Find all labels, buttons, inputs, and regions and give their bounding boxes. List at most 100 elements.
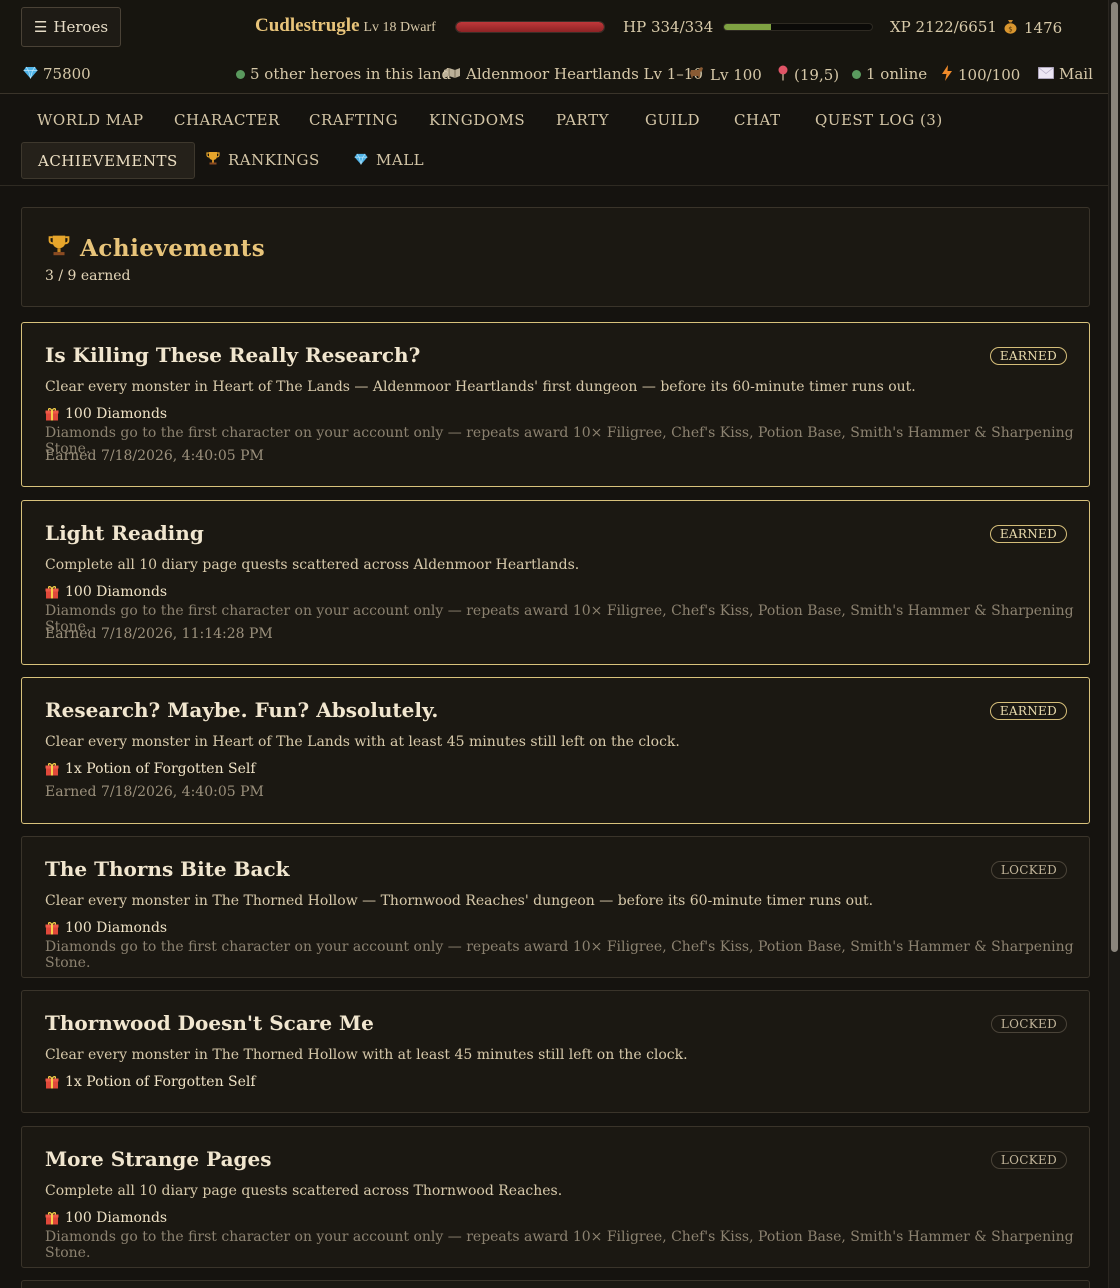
tab-label: PARTY — [556, 111, 609, 129]
achievement-reward: 1x Potion of Forgotten Self — [45, 761, 256, 777]
reward-note: Diamonds go to the first character on yo… — [45, 1229, 1074, 1261]
online-dot-icon — [236, 69, 245, 79]
character-name-block[interactable]: Cudlestrugle Lv 18 Dwarf — [255, 15, 436, 37]
money-bag-icon: $ — [1003, 18, 1018, 38]
hp-bar-fill — [456, 22, 604, 32]
energy-text: 100/100 — [958, 66, 1021, 84]
tab-chat[interactable]: CHAT — [718, 102, 797, 138]
tab-label: QUEST LOG (3) — [815, 111, 943, 129]
heroes-menu-button[interactable]: ☰ Heroes — [21, 7, 121, 47]
achievement-card: Research? Maybe. Fun? Absolutely. EARNED… — [21, 677, 1090, 824]
xp-text: XP 2122/6651 — [890, 18, 997, 36]
achievement-card: More Strange Pages LOCKED Complete all 1… — [21, 1126, 1090, 1268]
reward-text: 1x Potion of Forgotten Self — [65, 761, 256, 777]
scrollbar-thumb[interactable] — [1111, 2, 1118, 952]
hp-text: HP 334/334 — [623, 18, 714, 36]
reward-text: 100 Diamonds — [65, 584, 168, 600]
tab-world-map[interactable]: WORLD MAP — [21, 102, 160, 138]
earned-count: 3 / 9 earned — [45, 268, 131, 284]
tab-label: GUILD — [645, 111, 701, 129]
hamburger-icon: ☰ — [33, 18, 48, 36]
status-badge: LOCKED — [990, 861, 1067, 879]
achievement-title: Is Killing These Really Research? — [45, 343, 421, 367]
main-nav: WORLD MAP CHARACTER CRAFTING KINGDOMS PA… — [0, 94, 1108, 186]
current-land[interactable]: Aldenmoor Heartlands Lv 1–10 — [443, 65, 703, 83]
achievements-header-panel: Achievements 3 / 9 earned — [21, 207, 1090, 307]
online-count-text: 1 online — [866, 65, 928, 83]
page-title: Achievements — [48, 234, 265, 262]
gift-icon — [45, 1075, 59, 1089]
tab-mall[interactable]: MALL — [338, 142, 440, 178]
coordinates: (19,5) — [777, 65, 839, 85]
current-land-text: Aldenmoor Heartlands Lv 1–10 — [466, 65, 703, 83]
mount-level[interactable]: Lv 100 — [688, 65, 762, 84]
tab-guild[interactable]: GUILD — [629, 102, 716, 138]
character-level-class: Lv 18 Dwarf — [363, 20, 436, 35]
tab-label: ACHIEVEMENTS — [38, 151, 178, 170]
reward-text: 100 Diamonds — [65, 920, 168, 936]
energy-display: 100/100 — [941, 65, 1020, 85]
tab-rankings[interactable]: RANKINGS — [190, 142, 336, 178]
gift-icon — [45, 1211, 59, 1225]
gift-icon — [45, 407, 59, 421]
map-icon — [443, 65, 461, 83]
lightning-icon — [941, 65, 953, 85]
tab-label: CHAT — [734, 111, 781, 129]
reward-text: 100 Diamonds — [65, 406, 168, 422]
envelope-icon — [1038, 65, 1054, 83]
gift-icon — [45, 762, 59, 776]
online-count[interactable]: 1 online — [852, 65, 927, 83]
trophy-icon — [206, 151, 220, 169]
heroes-menu-label: Heroes — [53, 18, 109, 36]
tab-kingdoms[interactable]: KINGDOMS — [413, 102, 541, 138]
achievement-reward: 100 Diamonds — [45, 406, 167, 422]
status-badge: LOCKED — [990, 1015, 1067, 1033]
achievement-card: Light Reading EARNED Complete all 10 dia… — [21, 500, 1090, 665]
achievement-title: The Thorns Bite Back — [45, 857, 290, 881]
status-row: 75800 5 other heroes in this land Aldenm… — [0, 65, 1108, 85]
achievement-description: Clear every monster in The Thorned Hollo… — [45, 893, 874, 909]
tab-crafting[interactable]: CRAFTING — [293, 102, 414, 138]
heroes-nearby[interactable]: 5 other heroes in this land — [236, 65, 451, 83]
achievement-card-partial — [21, 1280, 1090, 1288]
tab-label: RANKINGS — [228, 151, 320, 169]
earned-timestamp: Earned 7/18/2026, 4:40:05 PM — [45, 448, 264, 464]
mount-level-text: Lv 100 — [710, 65, 762, 84]
gold-display: $ 1476 — [1003, 18, 1062, 38]
mail-text: Mail — [1059, 65, 1093, 83]
reward-note: Diamonds go to the first character on yo… — [45, 939, 1074, 971]
online-dot-icon — [852, 69, 861, 79]
tab-achievements[interactable]: ACHIEVEMENTS — [21, 142, 195, 179]
xp-bar-fill — [724, 24, 772, 30]
achievement-description: Clear every monster in The Thorned Hollo… — [45, 1047, 688, 1063]
reward-text: 100 Diamonds — [65, 1210, 168, 1226]
diamond-icon — [23, 65, 38, 83]
achievement-description: Complete all 10 diary page quests scatte… — [45, 1183, 563, 1199]
reward-text: 1x Potion of Forgotten Self — [65, 1074, 256, 1090]
horse-icon — [688, 65, 705, 84]
earned-timestamp: Earned 7/18/2026, 4:40:05 PM — [45, 784, 264, 800]
achievement-reward: 100 Diamonds — [45, 1210, 167, 1226]
tab-label: WORLD MAP — [37, 111, 144, 129]
achievement-description: Clear every monster in Heart of The Land… — [45, 734, 680, 750]
tab-label: CRAFTING — [309, 111, 399, 129]
gift-icon — [45, 585, 59, 599]
tab-party[interactable]: PARTY — [540, 102, 625, 138]
tab-character[interactable]: CHARACTER — [158, 102, 296, 138]
mail-link[interactable]: Mail — [1038, 65, 1093, 83]
tab-label: MALL — [376, 151, 425, 169]
achievement-card: Thornwood Doesn't Scare Me LOCKED Clear … — [21, 990, 1090, 1113]
achievement-reward: 1x Potion of Forgotten Self — [45, 1074, 256, 1090]
achievement-title: Light Reading — [45, 521, 204, 545]
achievement-description: Complete all 10 diary page quests scatte… — [45, 557, 580, 573]
trophy-icon — [48, 234, 70, 262]
achievement-reward: 100 Diamonds — [45, 920, 167, 936]
tab-quest-log[interactable]: QUEST LOG (3) — [799, 102, 959, 138]
page-title-text: Achievements — [80, 234, 266, 262]
page-scrollbar[interactable] — [1108, 0, 1120, 1288]
heroes-nearby-text: 5 other heroes in this land — [250, 65, 452, 83]
app-page: ☰ Heroes Cudlestrugle Lv 18 Dwarf HP 334/… — [0, 0, 1108, 1288]
status-badge: LOCKED — [990, 1151, 1067, 1169]
status-badge: EARNED — [989, 525, 1067, 543]
top-bar: ☰ Heroes Cudlestrugle Lv 18 Dwarf HP 334/… — [0, 0, 1108, 94]
